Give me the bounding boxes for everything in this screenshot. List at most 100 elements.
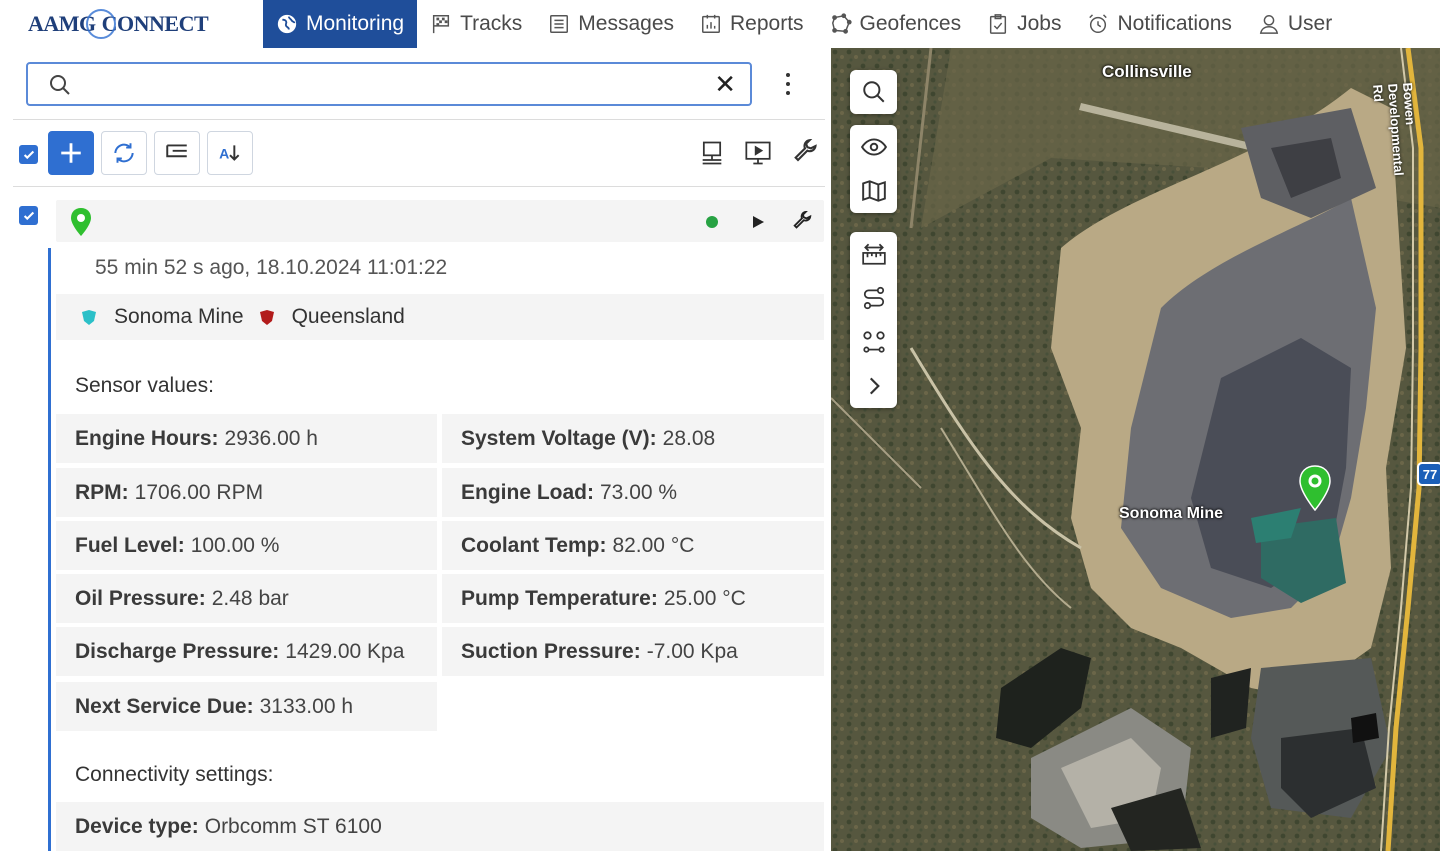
monitoring-panel: ✕ A 55 min 52 s ago, 18.10.2024 11:01:22…: [0, 48, 831, 851]
select-all-checkbox[interactable]: [19, 145, 38, 164]
sensor-key: Oil Pressure:: [75, 586, 206, 610]
sensor-key: Engine Hours:: [75, 426, 219, 450]
nav-label: User: [1287, 12, 1333, 35]
geofence-shape-icon: [258, 308, 276, 326]
sensor-value: 73.00 %: [600, 480, 678, 504]
unit-location-marker[interactable]: [1297, 464, 1333, 512]
status-dot: [706, 216, 718, 228]
sensor-item: Engine Load: 73.00 %: [442, 468, 824, 517]
visibility-button[interactable]: [850, 125, 897, 169]
route-shield: 77: [1417, 462, 1440, 486]
sort-az-icon: A: [219, 145, 240, 161]
tree-list-icon: [166, 144, 187, 158]
sensor-value: 2.48 bar: [211, 586, 289, 610]
logo-ring-icon: [85, 9, 116, 39]
connectivity-value: Orbcomm ST 6100: [204, 814, 382, 838]
expand-tools-button[interactable]: [850, 364, 897, 408]
geofence-list: Sonoma Mine Queensland: [56, 294, 824, 340]
eye-icon: [860, 138, 887, 156]
sensor-values-title: Sensor values:: [75, 374, 214, 397]
nav-notifications[interactable]: Notifications: [1074, 0, 1244, 48]
chevron-right-icon: [869, 377, 880, 395]
ruler-button[interactable]: [850, 232, 897, 276]
monitor-icon[interactable]: [743, 138, 773, 168]
geofence-shape-icon: [80, 308, 98, 326]
unit-checkbox[interactable]: [19, 206, 38, 225]
jobs-icon: [987, 13, 1009, 35]
globe-icon: [276, 13, 298, 35]
connect-points-button[interactable]: [850, 320, 897, 364]
brand-logo[interactable]: AAMG CONNECT: [28, 6, 209, 42]
connectivity-item: Device type: Orbcomm ST 6100: [56, 802, 824, 851]
geofence-icon: [830, 13, 852, 35]
nav-jobs[interactable]: Jobs: [974, 0, 1074, 48]
messages-icon: [548, 13, 570, 35]
nav-label: Messages: [578, 12, 675, 35]
route-button[interactable]: [850, 276, 897, 320]
sensor-value: 82.00 °C: [612, 533, 695, 557]
nav-label: Tracks: [460, 12, 523, 35]
refresh-button[interactable]: [101, 131, 147, 175]
location-pin-icon: [71, 208, 91, 236]
unit-row[interactable]: [56, 200, 824, 242]
route-icon: [863, 286, 884, 310]
nav-label: Reports: [730, 12, 804, 35]
sensor-key: RPM:: [75, 480, 129, 504]
sensor-value: 3133.00 h: [259, 694, 354, 718]
map-measure-tools: [850, 232, 897, 408]
sensor-key: Next Service Due:: [75, 694, 254, 718]
sensor-key: Pump Temperature:: [461, 586, 658, 610]
map-layer-tools: [850, 125, 897, 213]
clear-search-icon[interactable]: ✕: [714, 71, 736, 97]
geofence-name[interactable]: Sonoma Mine: [114, 305, 244, 329]
nav-label: Notifications: [1117, 12, 1232, 35]
satellite-map[interactable]: Collinsville Sonoma Mine Bowen Developme…: [831, 48, 1440, 851]
nav-reports[interactable]: Reports: [687, 0, 817, 48]
sensor-key: Suction Pressure:: [461, 639, 641, 663]
nav-user[interactable]: User: [1245, 0, 1345, 48]
more-options-icon[interactable]: [778, 70, 798, 98]
search-input[interactable]: [84, 70, 704, 100]
sensor-key: Engine Load:: [461, 480, 594, 504]
sensor-value: 2936.00 h: [224, 426, 318, 450]
sensor-value: 1429.00 Kpa: [285, 639, 405, 663]
map-label-town: Collinsville: [1102, 62, 1192, 81]
sensor-item: Pump Temperature: 25.00 °C: [442, 574, 824, 623]
unit-details-indicator: [48, 248, 51, 851]
wrench-icon[interactable]: [790, 138, 820, 168]
sensor-item: System Voltage (V): 28.08: [442, 414, 824, 463]
map-search-tool: [850, 70, 897, 114]
nav-messages[interactable]: Messages: [535, 0, 687, 48]
nav-tracks[interactable]: Tracks: [417, 0, 535, 48]
sensor-item: Suction Pressure: -7.00 Kpa: [442, 627, 824, 676]
search-icon: [862, 81, 884, 103]
nodes-icon: [862, 331, 885, 353]
map-search-button[interactable]: [850, 70, 897, 114]
sort-button[interactable]: A: [207, 131, 253, 175]
play-track-icon[interactable]: [750, 214, 766, 230]
geofence-name[interactable]: Queensland: [292, 305, 405, 329]
map-label-site: Sonoma Mine: [1119, 505, 1224, 522]
main-nav: Monitoring Tracks Messages Reports Geofe…: [263, 0, 1345, 48]
search-box: ✕: [26, 62, 752, 106]
group-tree-button[interactable]: [154, 131, 200, 175]
map-layers-button[interactable]: [850, 169, 897, 213]
sensor-item: Discharge Pressure: 1429.00 Kpa: [56, 627, 437, 676]
sensor-item: Oil Pressure: 2.48 bar: [56, 574, 437, 623]
refresh-icon: [114, 143, 134, 163]
map-label-road: Bowen Developmental Rd: [1370, 82, 1418, 177]
top-navigation-bar: AAMG CONNECT Monitoring Tracks Messages: [0, 0, 1440, 48]
search-icon: [48, 73, 72, 97]
sensor-item: Coolant Temp: 82.00 °C: [442, 521, 824, 570]
nav-monitoring[interactable]: Monitoring: [263, 0, 418, 48]
nav-geofences[interactable]: Geofences: [817, 0, 975, 48]
unit-wrench-icon[interactable]: [791, 211, 813, 233]
map-icon: [861, 180, 886, 202]
add-unit-button[interactable]: [48, 131, 94, 175]
sensor-item: Next Service Due: 3133.00 h: [56, 682, 437, 731]
sensor-item: RPM: 1706.00 RPM: [56, 468, 437, 517]
unit-display-settings-icon[interactable]: [697, 138, 727, 168]
flag-icon: [430, 13, 452, 35]
nav-label: Monitoring: [306, 12, 405, 35]
sensor-item: Fuel Level: 100.00 %: [56, 521, 437, 570]
